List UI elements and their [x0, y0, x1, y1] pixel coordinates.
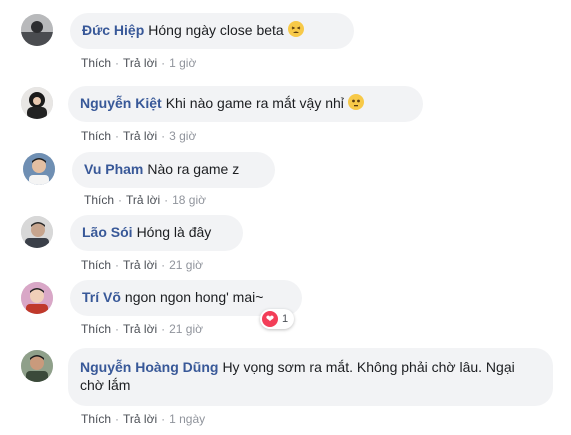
- separator: ·: [115, 258, 120, 272]
- separator: ·: [161, 56, 166, 70]
- like-link[interactable]: Thích: [81, 412, 111, 426]
- timestamp[interactable]: 21 giờ: [169, 258, 203, 272]
- heart-reaction-icon: ❤: [262, 311, 278, 327]
- comment-bubble: Vu Pham Nào ra game z: [72, 152, 275, 188]
- timestamp[interactable]: 3 giờ: [169, 129, 196, 143]
- separator: ·: [118, 193, 123, 207]
- avatar[interactable]: [21, 350, 53, 382]
- comment-actions: Thích · Trả lời · 1 giờ: [81, 55, 196, 71]
- comment-actions: Thích · Trả lời · 3 giờ: [81, 128, 196, 144]
- comment-text: Khi nào game ra mắt vậy nhỉ: [165, 95, 344, 111]
- reply-link[interactable]: Trả lời: [123, 258, 157, 272]
- separator: ·: [161, 412, 166, 426]
- separator: ·: [115, 412, 120, 426]
- like-link[interactable]: Thích: [84, 193, 114, 207]
- timestamp[interactable]: 1 giờ: [169, 56, 196, 70]
- flushed-face-emoji: [347, 94, 364, 110]
- avatar[interactable]: [21, 282, 53, 314]
- reaction-count[interactable]: ❤ 1: [260, 309, 295, 329]
- avatar[interactable]: [21, 87, 53, 119]
- separator: ·: [161, 258, 166, 272]
- avatar[interactable]: [23, 153, 55, 185]
- separator: ·: [115, 129, 120, 143]
- reply-link[interactable]: Trả lời: [123, 322, 157, 336]
- comment-text: Hóng là đây: [136, 224, 212, 240]
- like-link[interactable]: Thích: [81, 258, 111, 272]
- commenter-name[interactable]: Đức Hiệp: [82, 22, 144, 38]
- reply-link[interactable]: Trả lời: [123, 412, 157, 426]
- comment-text: Hóng ngày close beta: [148, 22, 284, 38]
- comment-text: ngon ngon hong' mai~: [124, 289, 264, 305]
- avatar[interactable]: [21, 14, 53, 46]
- commenter-name[interactable]: Nguyễn Hoàng Dũng: [80, 359, 218, 375]
- separator: ·: [161, 322, 166, 336]
- comment-bubble: Nguyễn Hoàng Dũng Hy vọng sơm ra mắt. Khô…: [68, 348, 553, 406]
- reply-link[interactable]: Trả lời: [123, 56, 157, 70]
- reply-link[interactable]: Trả lời: [126, 193, 160, 207]
- avatar[interactable]: [21, 216, 53, 248]
- like-link[interactable]: Thích: [81, 129, 111, 143]
- timestamp[interactable]: 18 giờ: [172, 193, 206, 207]
- comment-bubble: Lão Sói Hóng là đây: [70, 215, 243, 251]
- timestamp[interactable]: 21 giờ: [169, 322, 203, 336]
- comment-actions: Thích · Trả lời · 21 giờ: [81, 321, 203, 337]
- commenter-name[interactable]: Nguyễn Kiệt: [80, 95, 162, 111]
- separator: ·: [115, 56, 120, 70]
- reply-link[interactable]: Trả lời: [123, 129, 157, 143]
- reaction-count-number: 1: [282, 313, 289, 325]
- comment-bubble: Đức Hiệp Hóng ngày close beta: [70, 13, 354, 49]
- separator: ·: [115, 322, 120, 336]
- comment-text: Nào ra game z: [147, 161, 240, 177]
- comment-actions: Thích · Trả lời · 1 ngày: [81, 411, 205, 427]
- separator: ·: [161, 129, 166, 143]
- commenter-name[interactable]: Trí Võ: [82, 289, 121, 305]
- like-link[interactable]: Thích: [81, 56, 111, 70]
- commenter-name[interactable]: Lão Sói: [82, 224, 133, 240]
- comment-actions: Thích · Trả lời · 18 giờ: [84, 192, 206, 208]
- tired-face-emoji: [287, 21, 304, 37]
- comment-actions: Thích · Trả lời · 21 giờ: [81, 257, 203, 273]
- like-link[interactable]: Thích: [81, 322, 111, 336]
- separator: ·: [164, 193, 169, 207]
- commenter-name[interactable]: Vu Pham: [84, 161, 143, 177]
- timestamp[interactable]: 1 ngày: [169, 412, 205, 426]
- comment-bubble: Nguyễn Kiệt Khi nào game ra mắt vậy nhỉ: [68, 86, 423, 122]
